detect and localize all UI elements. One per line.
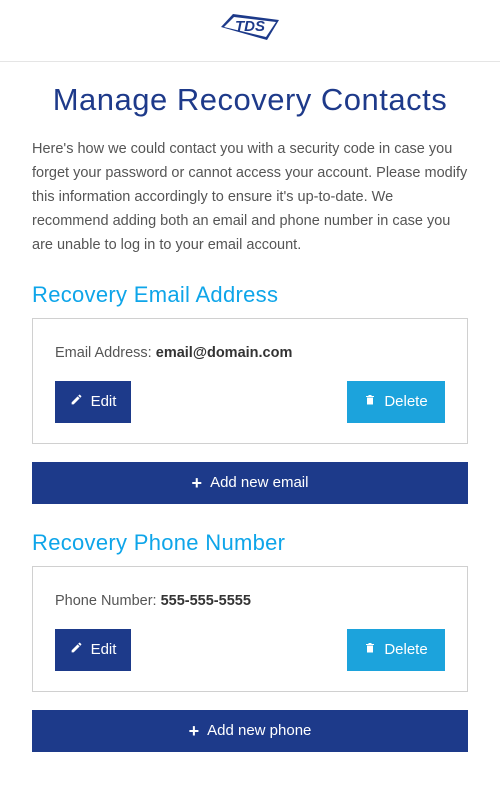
trash-icon bbox=[364, 641, 376, 659]
pencil-icon bbox=[70, 641, 83, 658]
delete-email-button[interactable]: Delete bbox=[347, 381, 445, 423]
edit-email-label: Edit bbox=[91, 393, 117, 410]
add-email-label: Add new email bbox=[210, 474, 308, 491]
email-card: Email Address: email@domain.com Edit Del… bbox=[32, 318, 468, 444]
delete-phone-button[interactable]: Delete bbox=[347, 629, 445, 671]
page-title: Manage Recovery Contacts bbox=[32, 82, 468, 118]
email-row: Email Address: email@domain.com bbox=[55, 345, 445, 361]
trash-icon bbox=[364, 393, 376, 411]
edit-phone-label: Edit bbox=[91, 641, 117, 658]
page-header: TDS bbox=[0, 0, 500, 62]
phone-card: Phone Number: 555-555-5555 Edit Delete bbox=[32, 566, 468, 692]
edit-email-button[interactable]: Edit bbox=[55, 381, 131, 423]
phone-value: 555-555-5555 bbox=[161, 593, 251, 609]
svg-text:TDS: TDS bbox=[235, 18, 265, 35]
phone-label: Phone Number: bbox=[55, 593, 161, 609]
edit-phone-button[interactable]: Edit bbox=[55, 629, 131, 671]
pencil-icon bbox=[70, 393, 83, 410]
phone-section-heading: Recovery Phone Number bbox=[32, 530, 468, 556]
email-section-heading: Recovery Email Address bbox=[32, 282, 468, 308]
plus-icon: + bbox=[192, 474, 203, 492]
email-value: email@domain.com bbox=[156, 345, 293, 361]
add-phone-button[interactable]: + Add new phone bbox=[32, 710, 468, 752]
delete-phone-label: Delete bbox=[384, 641, 427, 658]
add-email-button[interactable]: + Add new email bbox=[32, 462, 468, 504]
email-label: Email Address: bbox=[55, 345, 156, 361]
plus-icon: + bbox=[189, 722, 200, 740]
add-phone-label: Add new phone bbox=[207, 722, 311, 739]
intro-text: Here's how we could contact you with a s… bbox=[32, 138, 468, 258]
phone-row: Phone Number: 555-555-5555 bbox=[55, 593, 445, 609]
delete-email-label: Delete bbox=[384, 393, 427, 410]
tds-logo: TDS bbox=[211, 12, 289, 47]
